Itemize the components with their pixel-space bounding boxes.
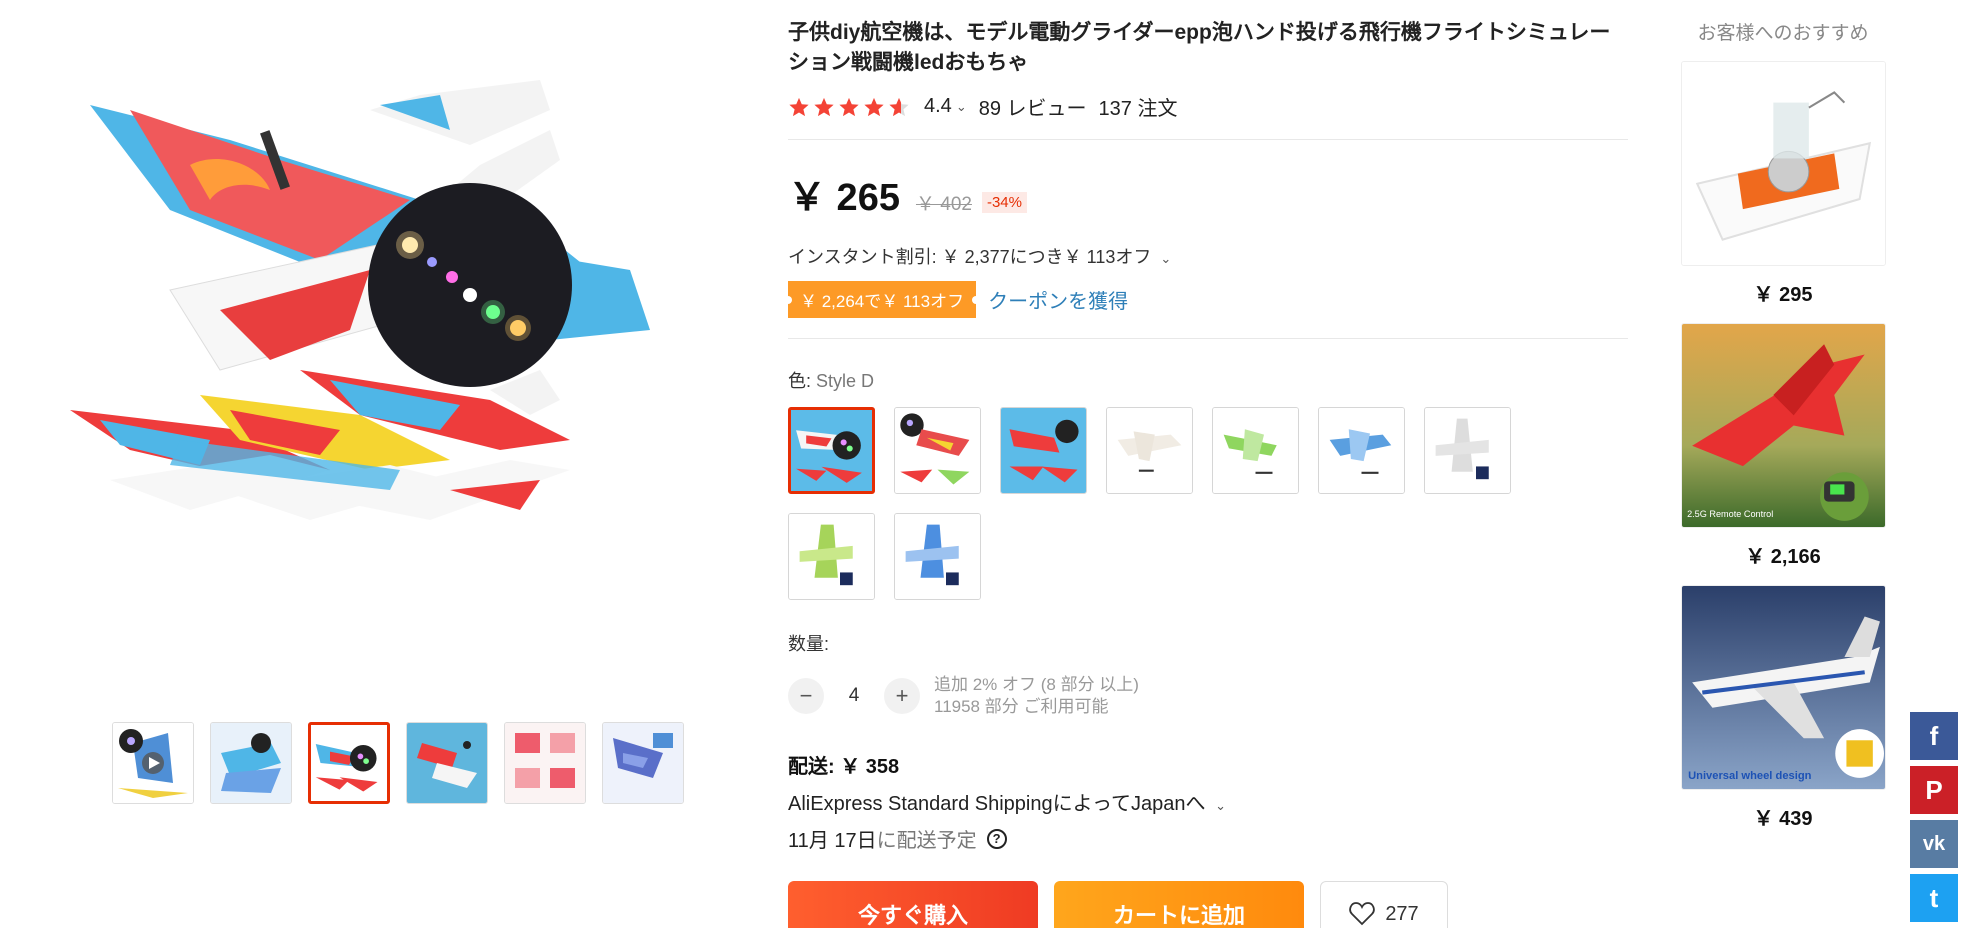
coupon-row: ￥ 2,264で￥ 113オフ クーポンを獲得 [788,281,1628,318]
get-coupon-link[interactable]: クーポンを獲得 [988,285,1128,314]
thumbnail-5[interactable] [504,722,586,804]
thumbnail-video[interactable] [112,722,194,804]
delivery-estimate: 11月 17日 に配送予定 ? [788,824,1628,853]
shipping-method[interactable]: AliExpress Standard ShippingによってJapanへ ⌄ [788,787,1628,816]
vk-icon[interactable]: vk [1910,820,1958,868]
decrease-quantity-button[interactable]: − [788,678,824,714]
thumbnail-6[interactable] [602,722,684,804]
instant-discount[interactable]: インスタント割引: ￥ 2,377につき￥ 113オフ ⌄ [788,243,1628,269]
quantity-info: 追加 2% オフ (8 部分 以上) 11958 部分 ご利用可能 [934,674,1139,718]
rating-value[interactable]: 4.4 [924,95,952,118]
delivery-date: 11月 17日 [788,830,877,852]
facebook-icon[interactable]: f [1910,712,1958,760]
delivery-suffix: に配送予定 [876,830,977,852]
star-icon [814,97,834,116]
increase-quantity-button[interactable]: + [884,678,920,714]
main-product-image[interactable] [70,70,730,690]
color-label: 色: Style D [788,367,1628,393]
discount-badge: -34% [981,192,1027,213]
reco-image-boat[interactable] [1680,61,1886,266]
reco-caption: Universal wheel design [1688,770,1812,782]
thumbnail-strip [112,722,684,804]
reco-image-airliner[interactable]: Universal wheel design [1680,585,1886,790]
quantity-value[interactable]: 4 [824,685,884,707]
reco-item[interactable]: ￥ 295 [1678,61,1888,307]
rating-row: 4.4 ⌄ 89 レビュー 137 注文 [788,92,1628,121]
thumbnail-4[interactable] [406,722,488,804]
recommendations-title: お客様へのおすすめ [1697,23,1869,44]
color-swatch[interactable] [1106,407,1193,494]
add-to-cart-button[interactable]: カートに追加 [1054,881,1304,928]
color-swatch[interactable] [894,407,981,494]
color-swatch[interactable] [1000,407,1087,494]
recommendations: お客様へのおすすめ ￥ 295 2.5G Remote Control ￥ 2,… [1678,18,1888,831]
quantity-stepper: − 4 + 追加 2% オフ (8 部分 以上) 11958 部分 ご利用可能 [788,674,1628,718]
color-swatch[interactable] [1318,407,1405,494]
thumbnail-3[interactable] [308,722,390,804]
instant-discount-text: インスタント割引: ￥ 2,377につき￥ 113オフ [788,247,1152,267]
plane-top [90,80,650,371]
quantity-label: 数量: [788,634,830,654]
star-icon [839,97,859,116]
color-swatch[interactable] [788,407,875,494]
purchase-actions: 今すぐ購入 カートに追加 277 [788,881,1628,928]
star-rating [788,96,910,118]
price-row: ￥ 265 ￥ 402 -34% [788,166,1628,221]
help-icon[interactable]: ? [986,828,1007,849]
reco-item[interactable]: Universal wheel design ￥ 439 [1678,585,1888,831]
order-count: 137 注文 [1098,98,1178,120]
wishlist-button[interactable]: 277 [1320,881,1448,928]
coupon-badge: ￥ 2,264で￥ 113オフ [788,281,977,318]
chevron-down-icon[interactable]: ⌄ [1160,251,1171,267]
shipping-cost: 配送: ￥ 358 [788,756,900,778]
star-icon [864,97,884,116]
current-price: ￥ 265 [788,177,900,219]
product-gallery [70,70,730,804]
product-title: 子供diy航空機は、モデル電動グライダーepp泡ハンド投げる飛行機フライトシミュ… [788,21,1611,74]
star-icon [789,97,809,116]
review-count[interactable]: 89 レビュー [979,92,1087,121]
color-swatch[interactable] [894,513,981,600]
reco-price: ￥ 439 [1753,808,1813,830]
star-half-icon [889,97,909,116]
bulk-discount-note: 追加 2% オフ (8 部分 以上) [934,675,1139,694]
social-share: f P vk t [1910,712,1958,922]
thumbnail-2[interactable] [210,722,292,804]
divider [788,139,1628,140]
wishlist-count: 277 [1385,902,1419,925]
chevron-down-icon[interactable]: ⌄ [956,99,967,115]
pinterest-icon[interactable]: P [1910,766,1958,814]
reco-price: ￥ 2,166 [1745,546,1821,568]
selected-color-value: Style D [816,371,875,391]
original-price: ￥ 402 [915,194,972,215]
color-swatches [788,407,1548,600]
shipping-method-text: AliExpress Standard ShippingによってJapanへ [788,793,1206,815]
color-swatch[interactable] [1424,407,1511,494]
color-swatch[interactable] [1212,407,1299,494]
twitter-icon[interactable]: t [1910,874,1958,922]
led-light-inset [368,183,572,387]
buy-now-button[interactable]: 今すぐ購入 [788,881,1038,928]
color-label-text: 色: [788,371,812,391]
reco-image-jet[interactable]: 2.5G Remote Control [1680,323,1886,528]
heart-icon [1349,902,1376,926]
reco-item[interactable]: 2.5G Remote Control ￥ 2,166 [1678,323,1888,569]
reco-caption: 2.5G Remote Control [1687,509,1773,519]
planes-bottom [70,370,570,520]
color-swatch[interactable] [788,513,875,600]
divider [788,338,1628,339]
chevron-down-icon[interactable]: ⌄ [1215,798,1226,814]
stock-available: 11958 部分 ご利用可能 [934,697,1109,716]
product-info: 子供diy航空機は、モデル電動グライダーepp泡ハンド投げる飛行機フライトシミュ… [788,18,1628,928]
reco-price: ￥ 295 [1753,284,1813,306]
